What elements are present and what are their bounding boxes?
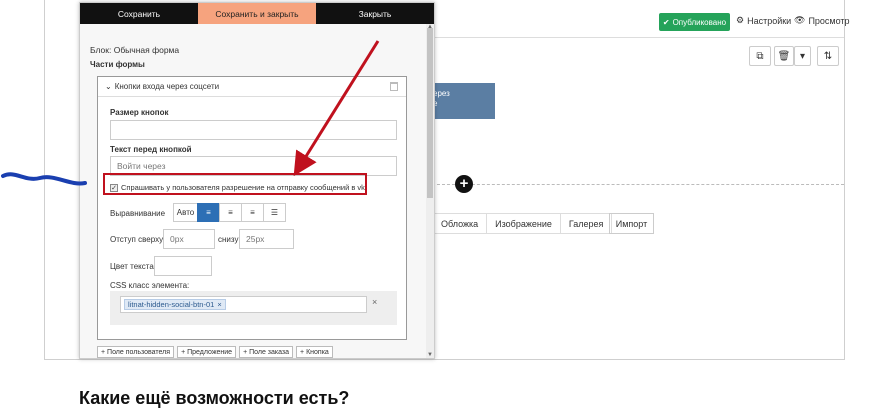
align-center-icon: ≡ <box>228 208 233 217</box>
text-before-label: Текст перед кнопкой <box>110 145 192 154</box>
more-dropdown-button[interactable]: ▾ <box>794 46 811 66</box>
chevron-down-icon: ⌄ <box>105 82 112 91</box>
margin-bottom-input[interactable]: 25px <box>239 229 294 249</box>
category-image[interactable]: Изображение <box>487 214 561 233</box>
insert-divider <box>432 184 844 185</box>
article-heading: Какие ещё возможности есть? <box>79 388 350 408</box>
align-justify-icon: ☰ <box>270 208 279 217</box>
margin-top-label: Отступ сверху: <box>110 235 166 244</box>
close-button[interactable]: Закрыть <box>316 3 434 24</box>
content-block-preview[interactable]: ерез е <box>433 83 495 119</box>
add-order-field-button[interactable]: + Поле заказа <box>239 346 294 358</box>
add-user-field-button[interactable]: + Поле пользователя <box>97 346 175 358</box>
css-class-label: CSS класс элемента: <box>110 281 190 290</box>
import-button[interactable]: Импорт <box>609 213 654 234</box>
social-login-section: ⌄ Кнопки входа через соцсети Размер кноп… <box>97 76 407 340</box>
panel-scrollbar[interactable]: ▲ ▼ <box>426 24 434 358</box>
css-class-area: litnat-hidden-social-btn-01 × × <box>110 291 397 325</box>
align-left-icon: ≡ <box>206 208 211 217</box>
css-class-tag-text: litnat-hidden-social-btn-01 <box>128 300 215 309</box>
add-block-button[interactable]: + <box>455 175 473 193</box>
scroll-down-icon[interactable]: ▼ <box>426 352 434 358</box>
delete-block-button[interactable]: 🗑 <box>774 46 794 66</box>
button-size-input[interactable] <box>110 120 397 140</box>
copy-icon: ⧉ <box>756 50 764 62</box>
add-offer-button[interactable]: + Предложение <box>177 346 237 358</box>
published-button[interactable]: ✔ Опубликовано <box>659 13 730 31</box>
sort-button[interactable]: ⇅ <box>817 46 839 66</box>
text-color-input[interactable] <box>154 256 212 276</box>
tag-remove-icon[interactable]: × <box>217 300 221 309</box>
align-group: Авто ≡ ≡ ≡ ☰ <box>173 203 286 222</box>
button-size-label: Размер кнопок <box>110 108 169 117</box>
delete-section-icon[interactable] <box>390 82 398 91</box>
published-label: Опубликовано <box>672 17 727 27</box>
form-parts-label: Части формы <box>90 60 145 69</box>
add-button-button[interactable]: + Кнопка <box>296 346 333 358</box>
trash-icon: 🗑 <box>777 50 791 62</box>
block-title: Блок: Обычная форма <box>90 45 180 55</box>
settings-label: Настройки <box>747 15 792 26</box>
panel-action-bar: Сохранить Сохранить и закрыть Закрыть <box>80 3 434 24</box>
clear-icon[interactable]: × <box>372 297 377 307</box>
category-cover[interactable]: Обложка <box>433 214 488 233</box>
check-icon: ✔ <box>662 17 670 27</box>
save-close-button[interactable]: Сохранить и закрыть <box>198 3 316 24</box>
add-field-buttons: + Поле пользователя + Предложение + Поле… <box>97 346 333 358</box>
eye-icon: 👁 <box>794 15 806 25</box>
margin-top-input[interactable]: 0px <box>163 229 215 249</box>
copy-block-button[interactable]: ⧉ <box>749 46 771 66</box>
block-text-line-2: е <box>433 99 438 108</box>
align-right-button[interactable]: ≡ <box>241 203 264 222</box>
align-center-button[interactable]: ≡ <box>219 203 242 222</box>
align-right-icon: ≡ <box>250 208 255 217</box>
plus-icon: + <box>459 175 469 192</box>
align-label: Выравнивание <box>110 209 166 218</box>
preview-link[interactable]: 👁 Просмотр <box>794 15 850 26</box>
category-gallery[interactable]: Галерея <box>561 214 612 233</box>
settings-link[interactable]: ⚙ Настройки <box>736 15 791 26</box>
text-color-label: Цвет текста: <box>110 262 157 271</box>
caret-down-icon: ▾ <box>799 50 806 62</box>
gear-icon: ⚙ <box>736 15 745 25</box>
section-title: Кнопки входа через соцсети <box>114 82 220 91</box>
block-text-line-1: ерез <box>433 89 450 98</box>
align-auto-button[interactable]: Авто <box>173 203 198 222</box>
sort-arrows-icon: ⇅ <box>823 50 833 62</box>
preview-label: Просмотр <box>808 15 850 26</box>
block-category-bar: Обложка Изображение Галерея <box>432 213 613 234</box>
align-justify-button[interactable]: ☰ <box>263 203 286 222</box>
margin-bottom-label: снизу: <box>218 235 241 244</box>
save-button[interactable]: Сохранить <box>80 3 198 24</box>
header-divider <box>435 37 844 38</box>
scroll-thumb[interactable] <box>427 28 433 198</box>
css-class-tag: litnat-hidden-social-btn-01 × <box>124 299 226 310</box>
section-header[interactable]: ⌄ Кнопки входа через соцсети <box>98 77 406 97</box>
align-left-button[interactable]: ≡ <box>197 203 220 222</box>
css-class-input[interactable]: litnat-hidden-social-btn-01 × <box>120 296 367 313</box>
annotation-highlight-box <box>103 173 367 195</box>
